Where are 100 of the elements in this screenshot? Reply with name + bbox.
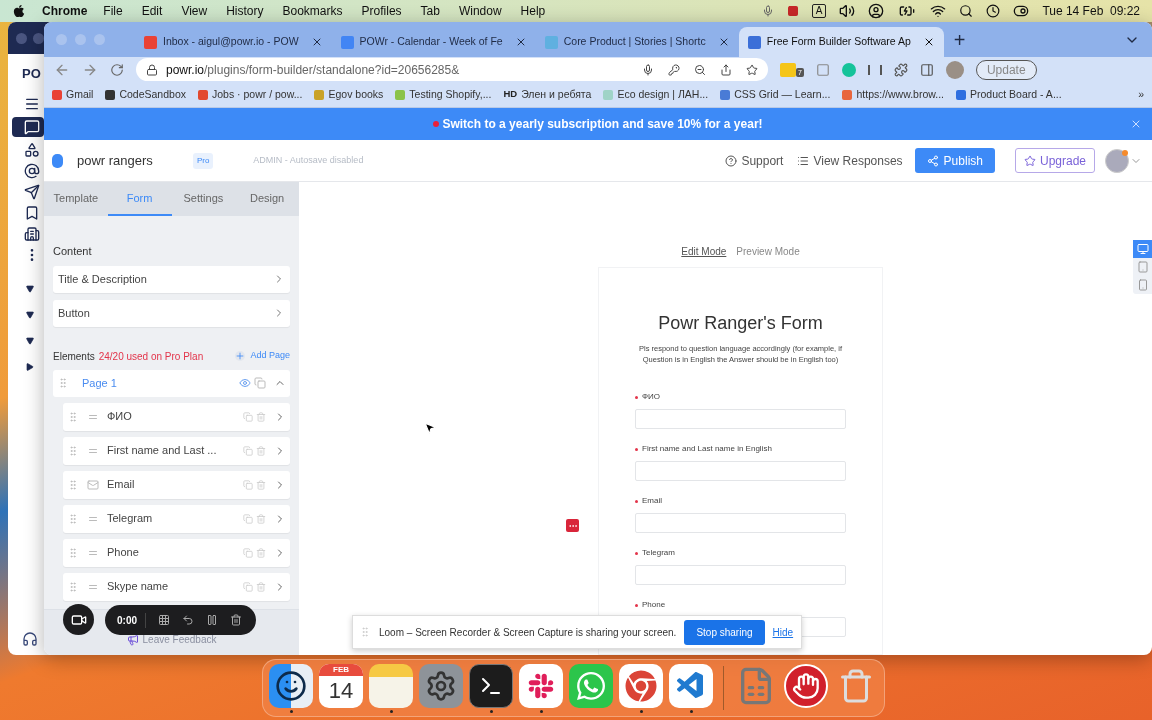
user-avatar[interactable] xyxy=(1105,148,1129,173)
bookmark-item[interactable]: Jobs · powr / pow... xyxy=(198,86,303,103)
menu-item[interactable]: File xyxy=(103,2,123,20)
mode-tab[interactable]: Edit Mode xyxy=(681,244,727,259)
delete-icon[interactable] xyxy=(230,614,242,626)
drag-handle-icon[interactable] xyxy=(67,478,79,491)
menu-bar-clock[interactable]: Tue 14 Feb 09:22 xyxy=(1042,2,1140,20)
apple-icon[interactable] xyxy=(12,4,26,18)
calendar-app-icon[interactable]: FEB 14 xyxy=(319,663,363,708)
input-field[interactable] xyxy=(635,409,846,429)
hide-link[interactable]: Hide xyxy=(772,624,794,640)
menu-item[interactable]: View xyxy=(181,2,208,20)
terminal-icon[interactable] xyxy=(469,663,513,708)
desktop-view-button[interactable] xyxy=(1133,240,1152,258)
bookmark-item[interactable]: Testing Shopify,... xyxy=(395,86,492,103)
menu-item[interactable]: History xyxy=(226,2,264,20)
content-item[interactable]: Title & Description xyxy=(53,265,290,293)
menu-item[interactable]: Chrome xyxy=(42,2,88,20)
pause-icon[interactable] xyxy=(206,614,218,626)
menu-item[interactable]: Bookmarks xyxy=(282,2,343,20)
menu-item[interactable]: Tab xyxy=(420,2,440,20)
bookmark-icon[interactable] xyxy=(24,204,40,221)
menu-item[interactable]: Help xyxy=(520,2,546,20)
menu-item[interactable]: Window xyxy=(458,2,502,20)
bookmark-item[interactable]: CodeSandbox xyxy=(105,86,186,103)
star-icon[interactable] xyxy=(746,63,758,76)
grid-icon[interactable] xyxy=(158,614,170,626)
browser-tab[interactable]: Inbox - aigul@powr.io - POW xyxy=(135,27,332,57)
building-icon[interactable] xyxy=(24,225,40,242)
bookmark-item[interactable]: https://www.brow... xyxy=(842,86,944,103)
more-bookmarks-button[interactable]: » xyxy=(1138,86,1144,103)
settings-icon[interactable] xyxy=(419,663,463,708)
drag-handle-icon[interactable] xyxy=(57,377,69,389)
sidebar-tab[interactable]: Settings xyxy=(171,182,236,216)
bookmark-item[interactable]: Egov books xyxy=(314,86,384,103)
browser-tab[interactable]: Core Product | Stories | Shortc xyxy=(535,27,739,57)
volume-icon[interactable] xyxy=(839,3,856,19)
copy-icon[interactable] xyxy=(254,377,266,389)
eye-icon[interactable] xyxy=(239,377,251,389)
drag-handle-icon[interactable] xyxy=(67,444,79,457)
element-item[interactable]: Telegram xyxy=(63,504,290,533)
collapse-icon[interactable] xyxy=(26,310,34,319)
reload-icon[interactable] xyxy=(110,62,124,77)
profile-avatar[interactable] xyxy=(945,60,964,79)
page-row[interactable]: Page 1 xyxy=(53,369,290,397)
stop-hand-icon[interactable] xyxy=(784,663,828,708)
input-field[interactable] xyxy=(635,513,846,533)
clock-icon[interactable] xyxy=(986,4,1001,18)
element-item[interactable]: First name and Last ... xyxy=(63,436,290,465)
drag-handle-icon[interactable] xyxy=(67,410,79,423)
menu-item[interactable]: Edit xyxy=(141,2,163,20)
view-responses-link[interactable]: View Responses xyxy=(797,151,903,170)
extension-icon[interactable] xyxy=(867,64,882,75)
new-tab-button[interactable]: + xyxy=(953,29,966,50)
collapse-icon[interactable] xyxy=(26,284,34,293)
element-item[interactable]: Skype name xyxy=(63,572,290,601)
side-panel-icon[interactable] xyxy=(919,62,934,77)
upgrade-button[interactable]: Upgrade xyxy=(1014,148,1095,173)
search-icon[interactable] xyxy=(959,4,974,18)
element-item[interactable]: ФИО xyxy=(63,402,290,431)
bookmark-item[interactable]: Eco design | ЛАН... xyxy=(603,86,709,103)
drag-handle-icon[interactable] xyxy=(67,512,79,525)
bookmark-item[interactable]: Product Board - A... xyxy=(956,86,1062,103)
notes-icon[interactable] xyxy=(369,663,413,708)
collapse-icon[interactable] xyxy=(26,336,34,345)
address-bar[interactable]: powr.io/plugins/form-builder/standalone?id=20656285& xyxy=(136,58,768,81)
slack-icon[interactable] xyxy=(519,663,563,708)
mode-tab[interactable]: Preview Mode xyxy=(736,244,800,259)
wifi-icon[interactable] xyxy=(930,3,947,19)
input-field[interactable] xyxy=(635,565,846,585)
finder-icon[interactable] xyxy=(269,663,313,708)
bookmark-item[interactable]: Gmail xyxy=(52,86,94,103)
browser-tab[interactable]: Free Form Builder Software Ap xyxy=(738,27,944,57)
control-center-icon[interactable] xyxy=(1013,3,1030,19)
more-options-icon[interactable] xyxy=(566,519,579,532)
share-icon[interactable] xyxy=(720,63,732,76)
undo-icon[interactable] xyxy=(182,614,194,626)
sidebar-tab[interactable]: Design xyxy=(235,182,299,216)
extensions-icon[interactable] xyxy=(893,62,908,77)
whatsapp-icon[interactable] xyxy=(569,663,613,708)
input-source-indicator[interactable]: A xyxy=(811,4,827,18)
menu-item[interactable]: Profiles xyxy=(361,2,402,20)
microphone-icon[interactable] xyxy=(642,63,654,76)
close-icon[interactable] xyxy=(1130,118,1142,130)
element-item[interactable]: Email xyxy=(63,470,290,499)
bookmark-item[interactable]: CSS Grid — Learn... xyxy=(720,86,831,103)
drag-handle-icon[interactable] xyxy=(67,546,79,559)
sidebar-tab[interactable]: Template xyxy=(44,182,108,216)
microphone-icon[interactable] xyxy=(761,5,774,17)
window-control-icon[interactable] xyxy=(33,32,44,44)
square-icon[interactable] xyxy=(786,5,799,17)
vscode-icon[interactable] xyxy=(669,663,713,708)
browser-tab[interactable]: POWr - Calendar - Week of Fe xyxy=(331,27,536,57)
expand-icon[interactable] xyxy=(26,362,34,371)
input-field[interactable] xyxy=(635,461,846,481)
zoom-out-icon[interactable] xyxy=(694,63,706,76)
element-item[interactable]: Phone xyxy=(63,538,290,567)
drag-handle-icon[interactable] xyxy=(359,626,371,638)
user-icon[interactable] xyxy=(868,3,885,19)
stop-sharing-button[interactable]: Stop sharing xyxy=(684,619,765,645)
